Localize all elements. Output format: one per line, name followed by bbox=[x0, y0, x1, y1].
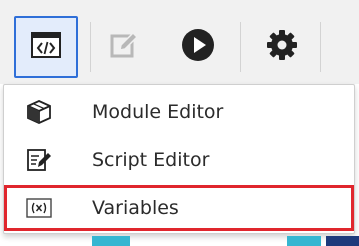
variable-x-icon bbox=[26, 195, 52, 221]
menu-item-label: Script Editor bbox=[92, 149, 210, 171]
edit-button[interactable] bbox=[102, 22, 146, 72]
background-panel-teal bbox=[287, 236, 321, 246]
code-window-icon bbox=[31, 32, 61, 62]
background-panel-navy bbox=[326, 236, 359, 246]
menu-item-label: Module Editor bbox=[92, 101, 224, 123]
menu-item-module-editor[interactable]: Module Editor bbox=[4, 89, 354, 135]
menu-item-label: Variables bbox=[92, 197, 179, 219]
edit-pencil-icon bbox=[109, 30, 139, 64]
cube-icon bbox=[26, 99, 52, 125]
toolbar-separator bbox=[90, 22, 91, 72]
dropdown-menu: Module Editor Script Editor Variables bbox=[3, 84, 355, 234]
toolbar-separator bbox=[320, 22, 321, 72]
run-button[interactable] bbox=[174, 22, 222, 72]
menu-item-variables[interactable]: Variables bbox=[4, 185, 354, 231]
toolbar-separator bbox=[240, 22, 241, 72]
toolbar bbox=[0, 0, 359, 84]
script-pen-icon bbox=[26, 147, 52, 173]
play-circle-icon bbox=[181, 28, 215, 66]
settings-button[interactable] bbox=[258, 22, 306, 72]
background-panel-teal bbox=[92, 236, 130, 246]
code-editor-button[interactable] bbox=[14, 16, 78, 78]
gear-icon bbox=[266, 29, 298, 65]
menu-item-script-editor[interactable]: Script Editor bbox=[4, 137, 354, 183]
